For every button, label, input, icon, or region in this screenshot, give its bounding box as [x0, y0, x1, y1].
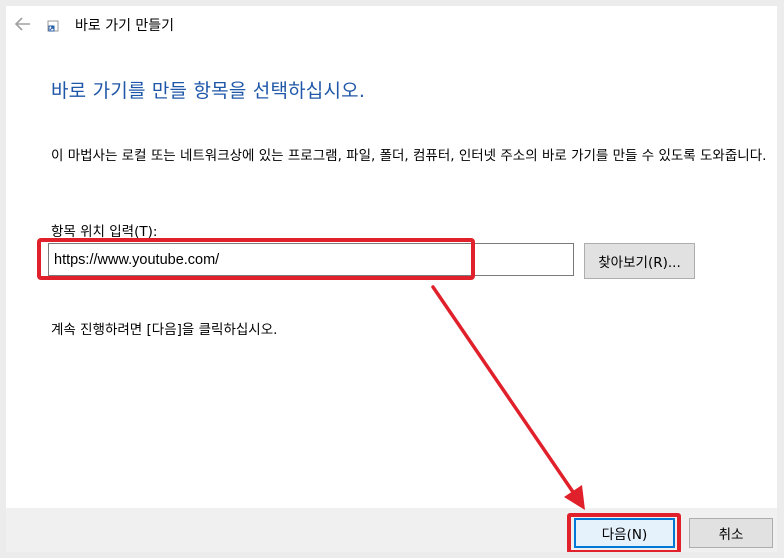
back-button[interactable]: [12, 14, 34, 34]
title-bar: 바로 가기 만들기: [6, 6, 777, 42]
back-arrow-icon: [14, 17, 30, 31]
location-label: 항목 위치 입력(T):: [51, 224, 158, 240]
highlight-box-next: [567, 513, 681, 552]
create-shortcut-dialog: 바로 가기 만들기 바로 가기를 만들 항목을 선택하십시오. 이 마법사는 로…: [6, 6, 777, 552]
window-title: 바로 가기 만들기: [75, 18, 175, 34]
page-heading: 바로 가기를 만들 항목을 선택하십시오.: [51, 80, 366, 102]
browse-button[interactable]: 찾아보기(R)...: [584, 243, 695, 279]
continue-instruction: 계속 진행하려면 [다음]을 클릭하십시오.: [51, 322, 278, 338]
wizard-description: 이 마법사는 로컬 또는 네트워크상에 있는 프로그램, 파일, 폴더, 컴퓨터…: [51, 148, 767, 164]
cancel-button[interactable]: 취소: [689, 518, 773, 548]
shortcut-icon: [46, 18, 60, 32]
highlight-box-input: [37, 238, 475, 280]
